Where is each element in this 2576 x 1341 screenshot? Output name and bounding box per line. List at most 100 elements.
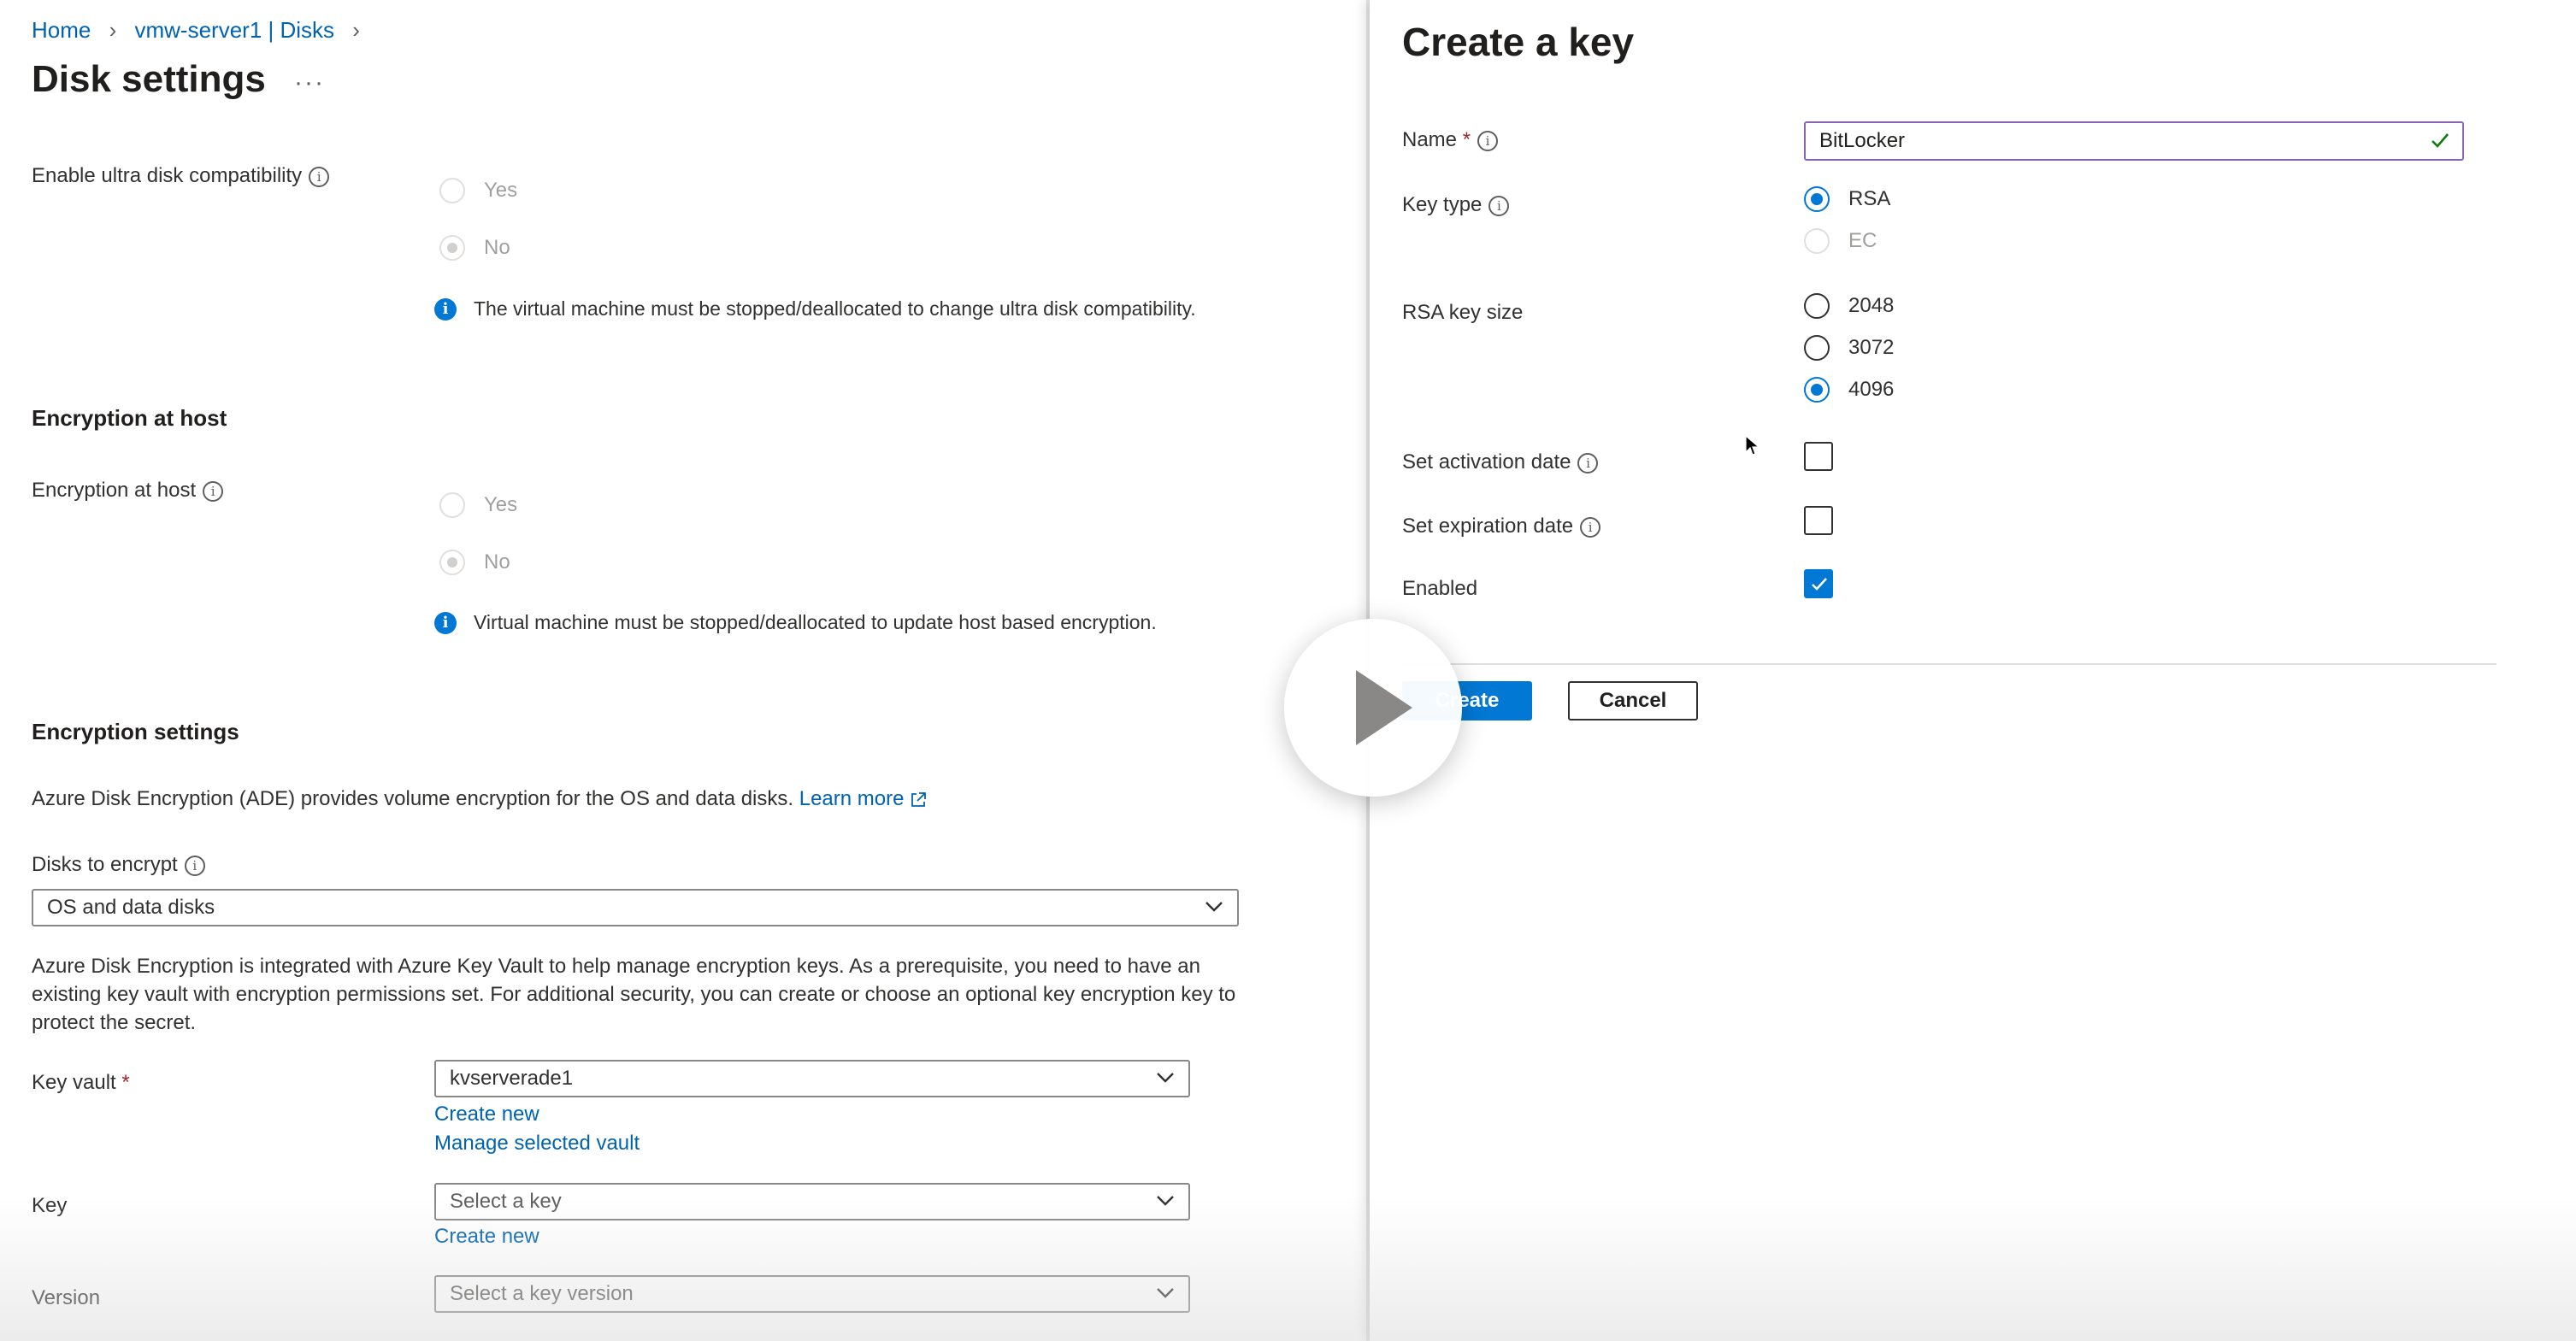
activation-date-label: Set activation date i: [1402, 450, 1599, 474]
encryption-host-yes-radio: [439, 492, 465, 518]
manage-selected-vault-link[interactable]: Manage selected vault: [434, 1132, 640, 1156]
required-marker: *: [121, 1071, 130, 1094]
encryption-at-host-heading: Encryption at host: [32, 405, 227, 431]
key-vault-dropdown[interactable]: kvserverade1: [434, 1060, 1190, 1097]
ultra-disk-yes-label: Yes: [484, 179, 518, 202]
ultra-disk-label-text: Enable ultra disk compatibility: [32, 164, 303, 187]
ultra-disk-no-option: No: [439, 235, 510, 261]
version-dropdown[interactable]: Select a key version: [434, 1275, 1190, 1313]
encryption-host-yes-option: Yes: [439, 492, 517, 518]
expiration-date-label-text: Set expiration date: [1402, 515, 1574, 538]
key-type-ec-label: EC: [1848, 229, 1877, 252]
ultra-disk-no-label: No: [484, 236, 510, 259]
rsa-size-2048-label: 2048: [1848, 294, 1895, 317]
disks-to-encrypt-label-text: Disks to encrypt: [32, 853, 178, 876]
form-divider: [1402, 663, 2496, 665]
name-label: Name * i: [1402, 128, 1499, 152]
encryption-host-yes-label: Yes: [484, 493, 518, 516]
info-icon[interactable]: i: [203, 480, 224, 502]
ade-description: Azure Disk Encryption (ADE) provides vol…: [32, 787, 927, 811]
chevron-down-icon: [1157, 1073, 1174, 1083]
expiration-date-label: Set expiration date i: [1402, 515, 1601, 538]
key-label: Key: [32, 1194, 68, 1217]
rsa-size-2048-option[interactable]: 2048: [1804, 293, 1894, 319]
key-vault-value: kvserverade1: [450, 1067, 574, 1090]
key-type-label: Key type i: [1402, 193, 1510, 217]
encryption-at-host-label: Encryption at host i: [32, 479, 224, 503]
rsa-size-2048-radio[interactable]: [1804, 293, 1830, 319]
key-vault-label-text: Key vault: [32, 1071, 116, 1094]
key-type-label-text: Key type: [1402, 193, 1483, 216]
rsa-size-4096-option[interactable]: 4096: [1804, 377, 1894, 403]
encryption-host-no-radio: [439, 550, 465, 575]
info-icon[interactable]: i: [1577, 452, 1599, 473]
key-type-ec-option: EC: [1804, 228, 1877, 254]
key-type-rsa-option[interactable]: RSA: [1804, 186, 1890, 212]
key-name-value: BitLocker: [1819, 129, 1906, 152]
disks-to-encrypt-dropdown[interactable]: OS and data disks: [32, 889, 1239, 926]
breadcrumb-home[interactable]: Home: [32, 17, 91, 44]
version-label: Version: [32, 1286, 101, 1309]
activation-date-label-text: Set activation date: [1402, 450, 1571, 473]
more-options-button[interactable]: ···: [294, 68, 325, 97]
learn-more-link[interactable]: Learn more: [799, 787, 905, 810]
required-marker: *: [1462, 128, 1471, 151]
external-link-icon[interactable]: [910, 791, 927, 809]
play-button[interactable]: [1284, 619, 1462, 797]
cursor-icon: [1745, 434, 1760, 456]
disks-to-encrypt-value: OS and data disks: [47, 896, 215, 919]
chevron-down-icon: [1205, 902, 1223, 912]
rsa-size-3072-label: 3072: [1848, 336, 1895, 359]
encryption-settings-heading: Encryption settings: [32, 719, 239, 744]
encryption-host-info-text: Virtual machine must be stopped/dealloca…: [474, 611, 1157, 633]
info-icon[interactable]: i: [1477, 130, 1499, 151]
info-icon[interactable]: i: [309, 166, 330, 187]
breadcrumb-vm-disks[interactable]: vmw-server1 | Disks: [135, 17, 335, 44]
enabled-label: Enabled: [1402, 577, 1478, 600]
chevron-down-icon: [1157, 1196, 1174, 1206]
key-dropdown[interactable]: Select a key: [434, 1183, 1190, 1220]
ultra-disk-no-radio: [439, 235, 465, 261]
ultra-disk-info-text: The virtual machine must be stopped/deal…: [474, 297, 1196, 320]
cancel-button[interactable]: Cancel: [1568, 681, 1698, 720]
encryption-host-no-label: No: [484, 550, 510, 573]
checkmark-icon: [1812, 578, 1827, 591]
key-type-ec-radio: [1804, 228, 1830, 254]
rsa-size-4096-radio[interactable]: [1804, 377, 1830, 403]
activation-date-checkbox[interactable]: [1804, 442, 1833, 471]
info-icon[interactable]: i: [184, 855, 205, 876]
key-create-new-link[interactable]: Create new: [434, 1225, 539, 1249]
key-vault-label: Key vault *: [32, 1071, 130, 1095]
disks-to-encrypt-label: Disks to encrypt i: [32, 853, 205, 877]
chevron-right-icon: ›: [352, 16, 360, 43]
key-vault-description: Azure Disk Encryption is integrated with…: [32, 955, 1236, 1034]
breadcrumb: Home › vmw-server1 | Disks ›: [32, 15, 372, 44]
rsa-size-3072-radio[interactable]: [1804, 335, 1830, 361]
create-key-title: Create a key: [1402, 20, 1635, 64]
info-icon: i: [434, 297, 457, 321]
key-type-rsa-radio[interactable]: [1804, 186, 1830, 212]
key-placeholder: Select a key: [450, 1190, 562, 1213]
checkmark-icon: [2432, 133, 2449, 148]
rsa-key-size-label: RSA key size: [1402, 301, 1524, 324]
chevron-right-icon: ›: [109, 16, 117, 43]
name-label-text: Name: [1402, 128, 1458, 151]
enabled-checkbox[interactable]: [1804, 569, 1833, 598]
key-name-input[interactable]: BitLocker: [1804, 121, 2464, 161]
encryption-at-host-label-text: Encryption at host: [32, 479, 197, 502]
info-icon: i: [434, 611, 457, 634]
info-icon[interactable]: i: [1488, 195, 1510, 216]
chevron-down-icon: [1157, 1288, 1174, 1298]
expiration-date-checkbox[interactable]: [1804, 506, 1833, 535]
version-placeholder: Select a key version: [450, 1282, 634, 1305]
encryption-host-info: i Virtual machine must be stopped/deallo…: [434, 611, 1157, 634]
key-vault-create-new-link[interactable]: Create new: [434, 1103, 539, 1126]
create-key-blade: [1370, 0, 2576, 1341]
ultra-disk-label: Enable ultra disk compatibility i: [32, 164, 330, 188]
page-title: Disk settings: [32, 58, 266, 100]
ultra-disk-yes-radio: [439, 178, 465, 203]
rsa-size-3072-option[interactable]: 3072: [1804, 335, 1894, 361]
encryption-host-no-option: No: [439, 550, 510, 575]
info-icon[interactable]: i: [1580, 516, 1601, 538]
rsa-size-4096-label: 4096: [1848, 378, 1895, 401]
